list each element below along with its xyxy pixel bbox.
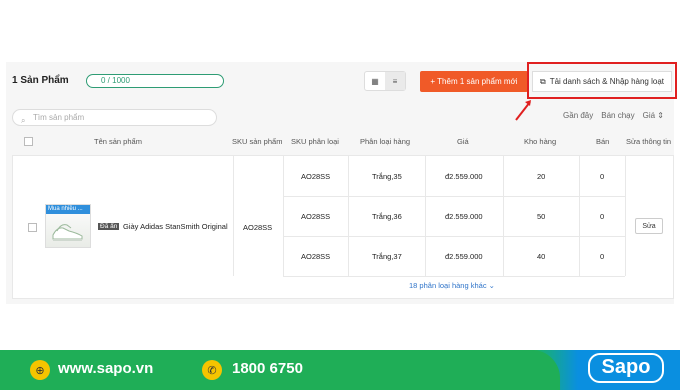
search-placeholder: Tìm sản phẩm xyxy=(33,113,85,122)
add-product-button[interactable]: + Thêm 1 sản phẩm mới xyxy=(420,71,528,92)
import-button[interactable]: ⧉ Tải danh sách & Nhập hàng loạt xyxy=(532,71,672,92)
row-checkbox[interactable] xyxy=(28,223,37,232)
variant-sku: AO28SS xyxy=(301,212,331,221)
copy-icon: ⧉ xyxy=(539,76,546,86)
sort-options: Gần đây Bán chạy Giá ⇕ xyxy=(563,111,664,120)
product-thumbnail[interactable]: Mua nhiều ... xyxy=(45,204,91,248)
col-price: Giá xyxy=(457,137,469,146)
list-view-icon[interactable]: ≡ xyxy=(385,72,405,90)
variant-stock: 20 xyxy=(537,172,546,181)
variant-stock: 40 xyxy=(537,252,546,261)
progress-text: 0 / 1000 xyxy=(101,76,130,85)
divider xyxy=(579,156,580,276)
col-variant: Phân loại hàng xyxy=(360,137,411,146)
col-edit: Sửa thông tin xyxy=(626,137,672,146)
footer-phone[interactable]: 1800 6750 xyxy=(232,360,303,377)
divider xyxy=(283,196,625,197)
divider xyxy=(348,156,349,276)
sort-latest[interactable]: Gần đây xyxy=(563,111,593,120)
footer-website[interactable]: www.sapo.vn xyxy=(58,360,153,377)
phone-icon: ✆ xyxy=(202,360,222,380)
variant-sold: 0 xyxy=(600,172,605,181)
variant-price: đ2.559.000 xyxy=(445,212,483,221)
variant-sold: 0 xyxy=(600,212,605,221)
variant-sold: 0 xyxy=(600,252,605,261)
product-count-title: 1 Sản Phẩm xyxy=(12,75,69,86)
globe-icon: ⊕ xyxy=(30,360,50,380)
variant-price: đ2.559.000 xyxy=(445,172,483,181)
col-product-name: Tên sản phẩm xyxy=(94,137,142,146)
divider xyxy=(233,156,234,276)
divider xyxy=(283,236,625,237)
divider xyxy=(503,156,504,276)
col-variant-sku: SKU phân loại xyxy=(291,137,339,146)
sort-price[interactable]: Giá ⇕ xyxy=(643,111,664,120)
product-panel: 1 Sản Phẩm 0 / 1000 ▦ ≡ + Thêm 1 sản phẩ… xyxy=(6,62,677,304)
select-all-checkbox[interactable] xyxy=(24,137,33,146)
col-sku: SKU sản phẩm xyxy=(232,137,283,146)
import-button-label: Tải danh sách & Nhập hàng loạt xyxy=(549,77,665,86)
variant-sku: AO28SS xyxy=(301,172,331,181)
table-header: Tên sản phẩm SKU sản phẩm SKU phân loại … xyxy=(12,133,674,151)
variant-sku: AO28SS xyxy=(301,252,331,261)
product-sku: AO28SS xyxy=(243,223,273,232)
search-input[interactable]: ⌕ Tìm sản phẩm xyxy=(12,109,217,126)
divider xyxy=(625,156,626,276)
variant-name: Trắng,37 xyxy=(372,252,402,261)
grid-view-icon[interactable]: ▦ xyxy=(365,72,385,90)
header-row: 1 Sản Phẩm 0 / 1000 ▦ ≡ + Thêm 1 sản phẩ… xyxy=(12,62,677,121)
arrow-icon xyxy=(515,100,531,121)
view-toggle[interactable]: ▦ ≡ xyxy=(364,71,406,91)
product-name[interactable]: Giày Adidas StanSmith Original xyxy=(123,222,228,231)
divider xyxy=(283,156,284,276)
variant-stock: 50 xyxy=(537,212,546,221)
col-sold: Bán xyxy=(596,137,610,146)
sapo-logo: Sapo xyxy=(588,353,664,383)
edit-button[interactable]: Sửa xyxy=(635,218,663,234)
variant-name: Trắng,35 xyxy=(372,172,402,181)
footer-banner: ⊕ www.sapo.vn ✆ 1800 6750 xyxy=(0,350,680,390)
col-stock: Kho hàng xyxy=(524,137,557,146)
variant-name: Trắng,36 xyxy=(372,212,402,221)
search-icon: ⌕ xyxy=(21,116,26,125)
thumbnail-badge: Mua nhiều ... xyxy=(46,205,90,214)
sort-best-selling[interactable]: Bán chạy xyxy=(601,111,634,120)
product-limit-progress: 0 / 1000 xyxy=(86,74,224,88)
more-variants-link[interactable]: 18 phân loại hàng khác ⌄ xyxy=(409,281,495,290)
variant-price: đ2.559.000 xyxy=(445,252,483,261)
hidden-tag: Đã ẩn xyxy=(98,223,120,230)
divider xyxy=(283,276,625,277)
divider xyxy=(425,156,426,276)
table-body: Mua nhiều ... Đã ẩn Giày Adidas StanSmit… xyxy=(12,155,674,299)
shoe-image xyxy=(52,224,83,241)
